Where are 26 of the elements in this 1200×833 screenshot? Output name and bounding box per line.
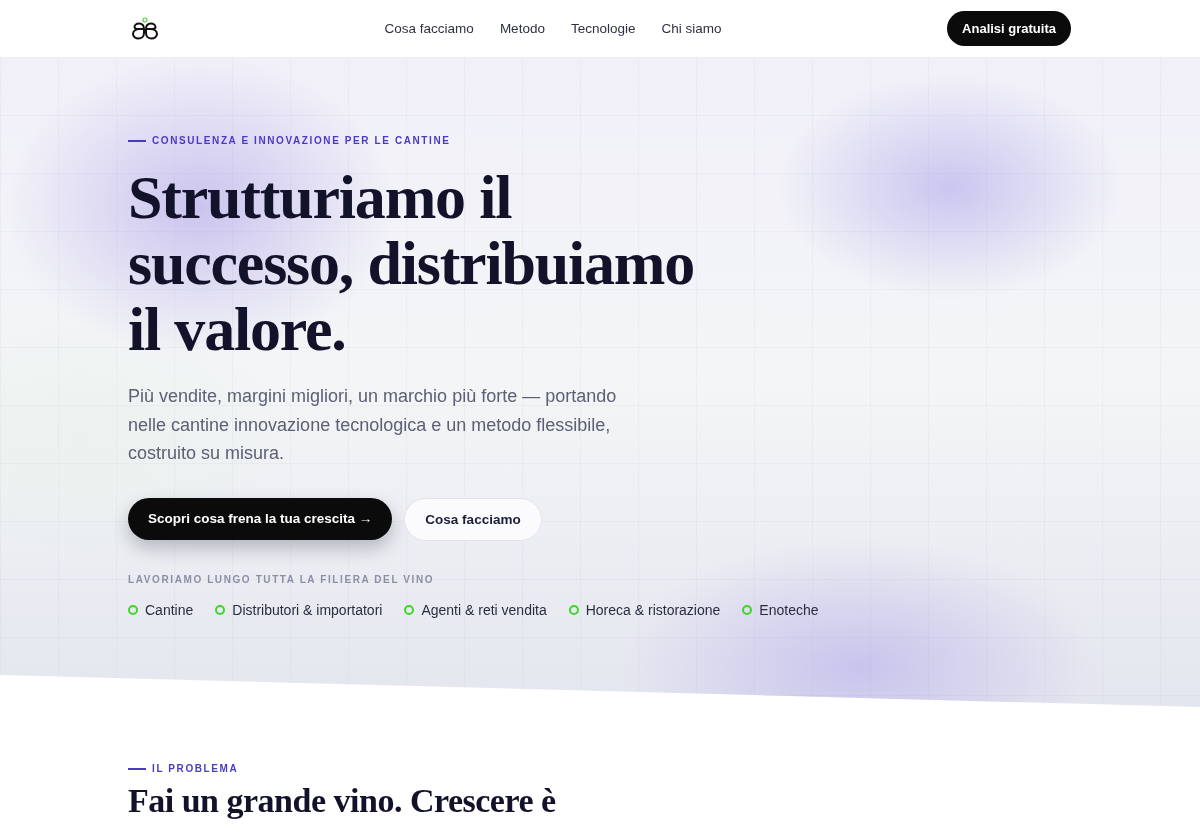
ring-icon [404, 604, 415, 615]
dash-icon [128, 767, 146, 770]
primary-button[interactable]: Scopri cosa frena la tua crescita → [128, 497, 393, 540]
ring-icon [742, 604, 753, 615]
audience-tag: Horeca & ristorazione [585, 601, 721, 618]
nav-link[interactable]: Chi siamo [661, 21, 722, 36]
audience-tag: Cantine [145, 601, 194, 618]
hero-paragraph: Più vendite, margini migliori, un marchio più forte — portando nelle cantine innovazione tecnologica e un metodo flessibile, costruito su misura. [128, 385, 618, 465]
eyebrow-text: IL PROBLEMA [152, 763, 239, 774]
nav-link[interactable]: Cosa facciamo [384, 21, 474, 36]
secondary-button[interactable]: Cosa facciamo [404, 497, 542, 541]
section-heading: Fai un grande vino. Crescere è [128, 782, 556, 820]
dash-icon [128, 139, 146, 142]
ring-icon [568, 604, 579, 615]
audience-tag: Enoteche [759, 601, 819, 618]
audience-tag: Distributori & importatori [232, 601, 383, 618]
logo-icon[interactable] [131, 16, 159, 41]
ring-icon [128, 604, 138, 615]
eyebrow-text: CONSULENZA E INNOVAZIONE PER LE CANTINE [152, 135, 451, 146]
nav-link[interactable]: Tecnologie [570, 21, 636, 36]
audience-label: LAVORIAMO LUNGO TUTTA LA FILIERA DEL VINO [128, 573, 435, 585]
hero-heading: Strutturiamo il successo, distribuiamo il valore. [128, 164, 696, 362]
ring-icon [215, 604, 226, 615]
nav-link[interactable]: Metodo [499, 21, 545, 36]
free-analysis-button[interactable]: Analisi gratuita [947, 11, 1071, 46]
audience-tag: Agenti & reti vendita [421, 601, 547, 618]
